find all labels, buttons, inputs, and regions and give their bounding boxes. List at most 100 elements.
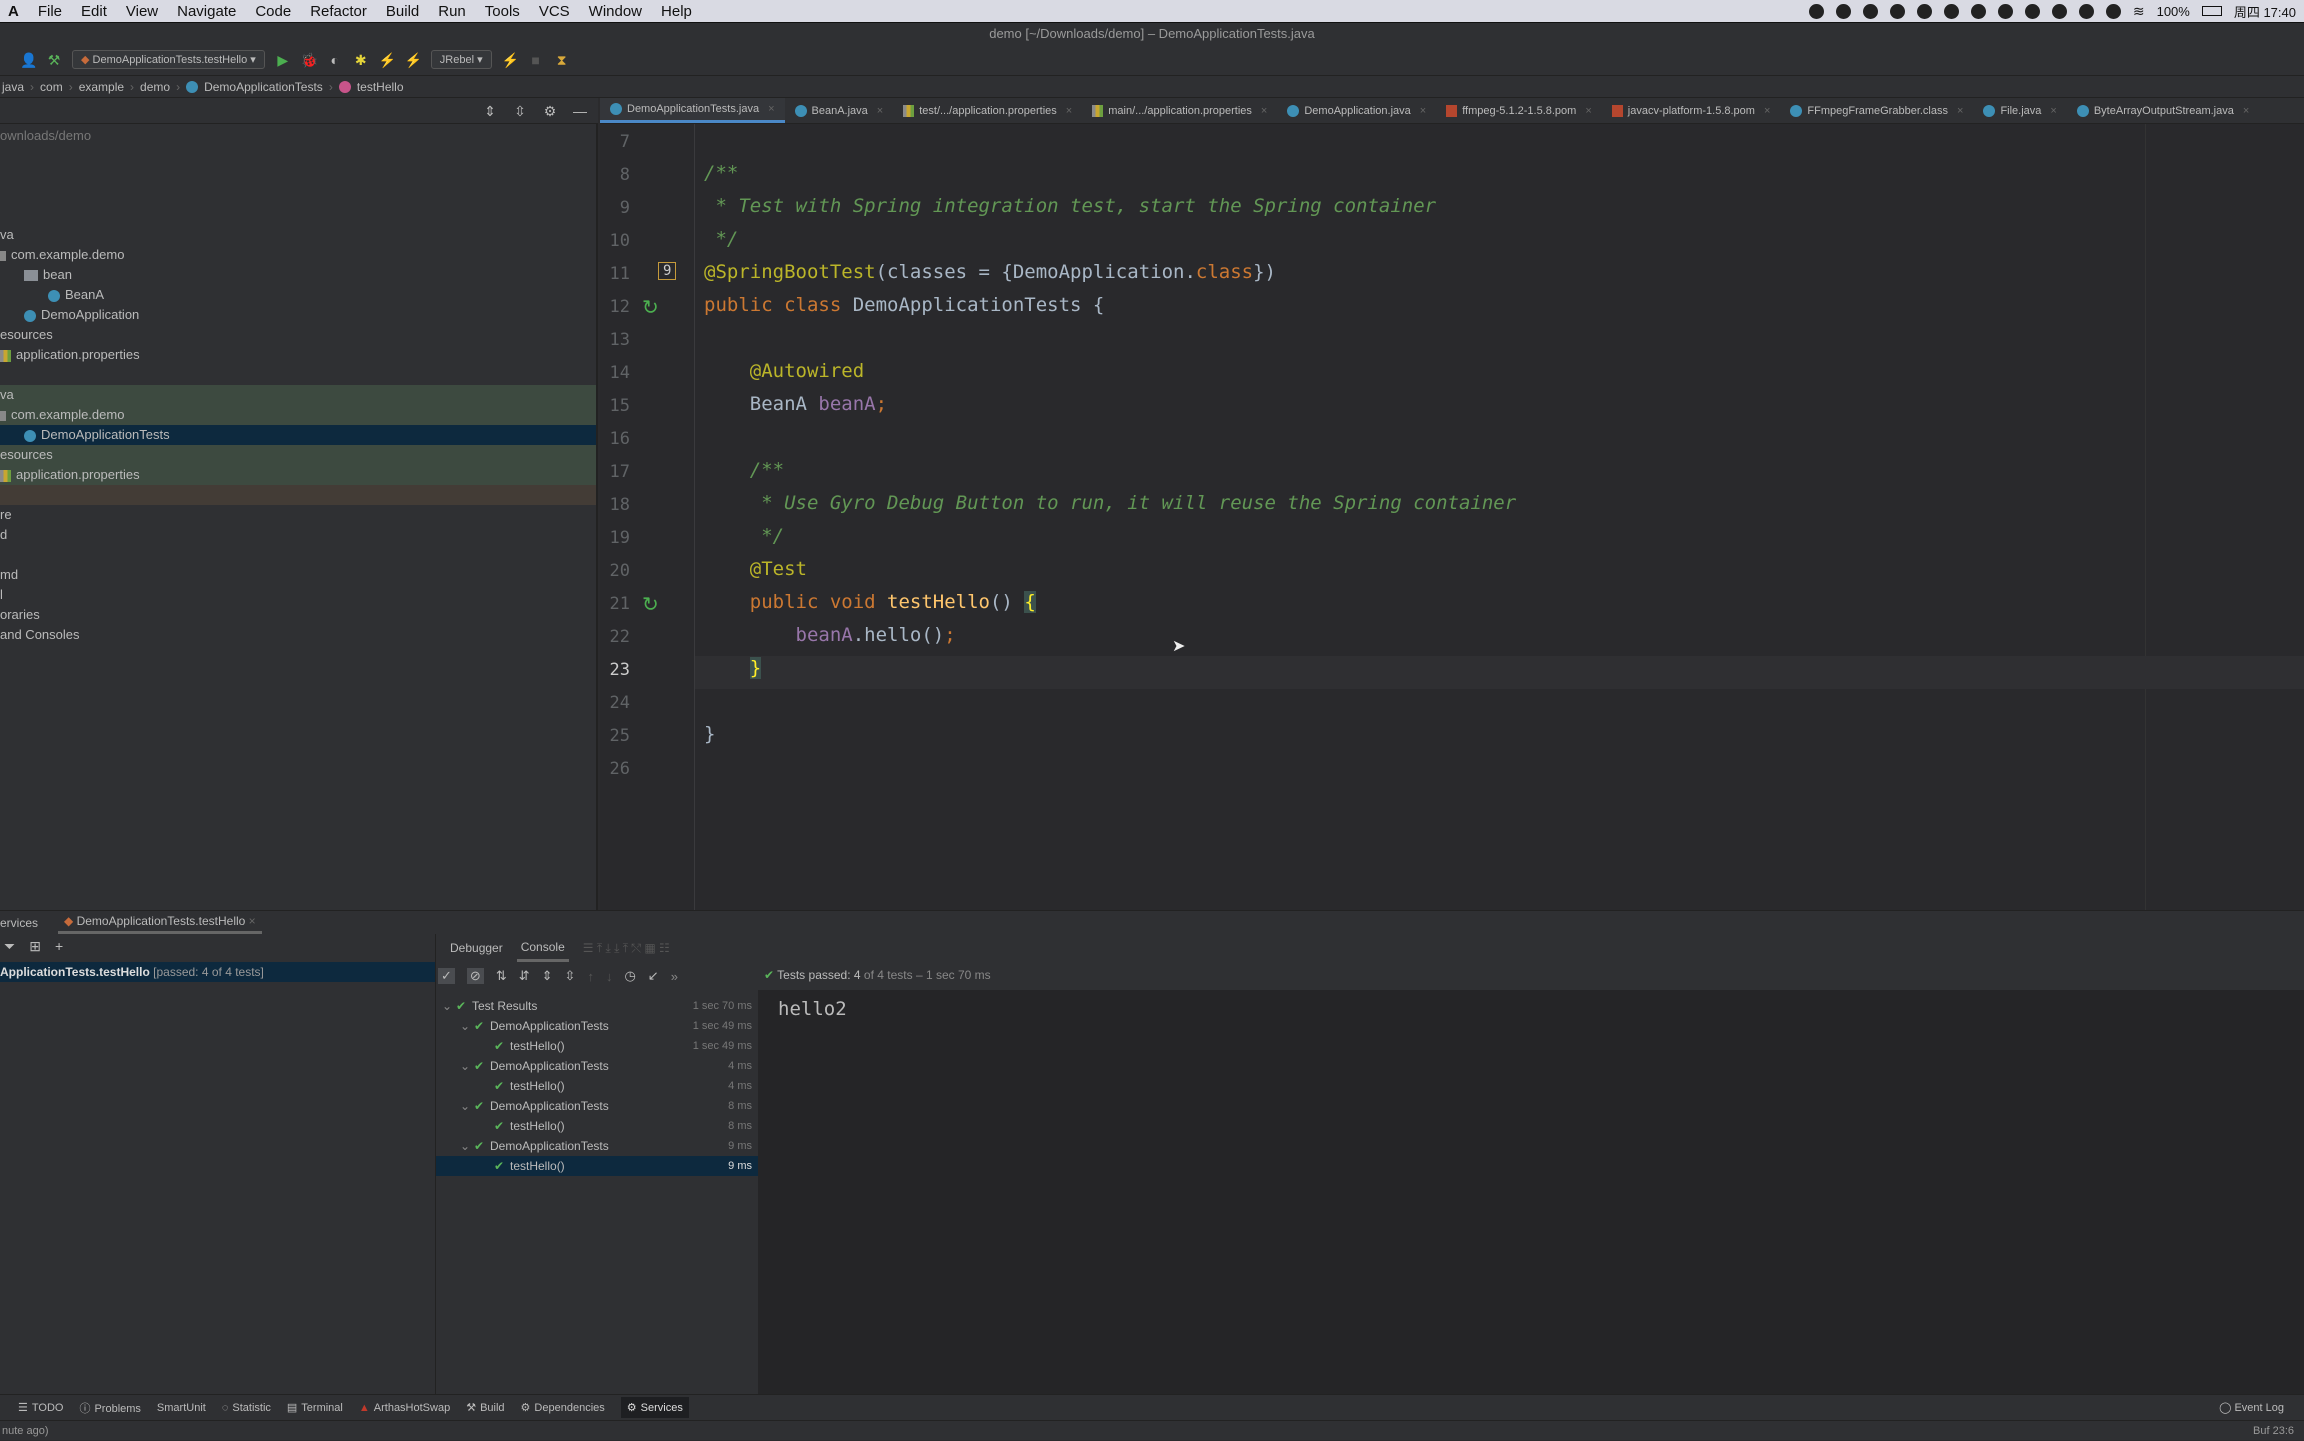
close-icon[interactable]: ×: [1066, 105, 1072, 117]
project-tree-item[interactable]: va: [0, 225, 596, 245]
tab-console[interactable]: Console: [516, 935, 569, 962]
editor-tab[interactable]: ByteArrayOutputStream.java ×: [2067, 98, 2259, 123]
breadcrumb-item[interactable]: DemoApplicationTests: [204, 80, 323, 94]
test-tree-item[interactable]: ⌄ ✔ DemoApplicationTests 4 ms: [436, 1056, 758, 1076]
menu-help[interactable]: Help: [653, 3, 703, 20]
project-tree-item[interactable]: bean: [0, 265, 596, 285]
menu-refactor[interactable]: Refactor: [302, 3, 378, 20]
expand-icon[interactable]: ⇕: [542, 968, 553, 984]
close-icon[interactable]: ×: [1261, 105, 1267, 117]
status-menu-icon[interactable]: [1943, 3, 1959, 19]
test-tree-item[interactable]: ✔ testHello() 9 ms: [436, 1156, 758, 1176]
test-tree-item[interactable]: ⌄ ✔ DemoApplicationTests 8 ms: [436, 1096, 758, 1116]
history-icon[interactable]: ◷: [624, 968, 635, 984]
test-tree-item[interactable]: ⌄ ✔ DemoApplicationTests 9 ms: [436, 1136, 758, 1156]
test-tree-item[interactable]: ✔ testHello() 8 ms: [436, 1116, 758, 1136]
user-icon[interactable]: 👤: [20, 52, 37, 68]
project-tree-item[interactable]: md: [0, 565, 596, 585]
menu-view[interactable]: View: [118, 3, 169, 20]
breadcrumb-item[interactable]: testHello: [357, 80, 404, 94]
sort-alpha-icon[interactable]: ⇅: [496, 968, 507, 984]
console-output[interactable]: hello2: [758, 990, 2304, 1394]
project-root-path[interactable]: ownloads/demo: [0, 126, 596, 146]
toolwindow-build[interactable]: ⚒ Build: [466, 1401, 504, 1414]
tab-debugger[interactable]: Debugger: [450, 941, 503, 955]
editor-tab[interactable]: test/.../application.properties ×: [893, 98, 1082, 123]
chevron-down-icon[interactable]: ⌄: [442, 996, 452, 1016]
chevron-down-icon[interactable]: ⌄: [460, 1016, 470, 1036]
menu-build[interactable]: Build: [378, 3, 430, 20]
close-icon[interactable]: ×: [1764, 105, 1770, 117]
menu-code[interactable]: Code: [247, 3, 302, 20]
collapse-icon[interactable]: ⇳: [565, 968, 576, 984]
run-config-select[interactable]: ◆ DemoApplicationTests.testHello ▾: [72, 50, 265, 69]
toolwindow-problems[interactable]: ⓘ Problems: [79, 1400, 140, 1416]
stop-icon[interactable]: ■: [528, 52, 544, 68]
project-tree-item[interactable]: esources: [0, 445, 596, 465]
project-tree-item[interactable]: va: [0, 385, 596, 405]
show-passed-icon[interactable]: ✓: [438, 968, 455, 984]
test-tree-item[interactable]: ✔ testHello() 4 ms: [436, 1076, 758, 1096]
status-menu-icon[interactable]: [1916, 3, 1932, 19]
status-menu-icon[interactable]: [1808, 3, 1824, 19]
close-icon[interactable]: ×: [2243, 105, 2249, 117]
breadcrumb-item[interactable]: com: [40, 80, 63, 94]
status-menu-icon[interactable]: [2078, 3, 2094, 19]
project-tree-item[interactable]: com.example.demo: [0, 405, 596, 425]
status-menu-icon[interactable]: [1862, 3, 1878, 19]
export-icon[interactable]: ↙: [648, 968, 659, 984]
run-test-gutter-icon[interactable]: ↻: [642, 295, 659, 320]
status-menu-icon[interactable]: [1997, 3, 2013, 19]
run-test-gutter-icon[interactable]: ↻: [642, 592, 659, 617]
group-icon[interactable]: ⊞: [29, 938, 41, 955]
chevron-down-icon[interactable]: ⌄: [460, 1056, 470, 1076]
project-tree-item[interactable]: re: [0, 505, 596, 525]
hourglass-icon[interactable]: ⧗: [554, 52, 570, 68]
editor-tab[interactable]: ffmpeg-5.1.2-1.5.8.pom ×: [1436, 98, 1602, 123]
project-tree-item[interactable]: application.properties: [0, 465, 596, 485]
project-tree-item[interactable]: esources: [0, 325, 596, 345]
close-icon[interactable]: ×: [2050, 105, 2056, 117]
project-tree-item[interactable]: [0, 485, 596, 505]
project-tree-item[interactable]: d: [0, 525, 596, 545]
close-icon[interactable]: ×: [1420, 105, 1426, 117]
menu-window[interactable]: Window: [581, 3, 653, 20]
show-ignored-icon[interactable]: ⊘: [466, 968, 484, 984]
filter-icon[interactable]: ⏷: [4, 938, 15, 955]
close-icon[interactable]: ×: [768, 103, 774, 115]
jrebel-run-icon[interactable]: ⚡: [379, 52, 396, 68]
breadcrumb-item[interactable]: demo: [140, 80, 170, 94]
menu-edit[interactable]: Edit: [73, 3, 118, 20]
event-log-button[interactable]: ◯ Event Log: [2219, 1401, 2284, 1414]
editor-tab[interactable]: FFmpegFrameGrabber.class ×: [1780, 98, 1973, 123]
chevron-down-icon[interactable]: ⌄: [460, 1096, 470, 1116]
run-icon[interactable]: ▶: [275, 52, 291, 68]
gyro-debug-icon[interactable]: ✱: [353, 52, 369, 68]
status-menu-icon[interactable]: [1835, 3, 1851, 19]
project-tree-item[interactable]: and Consoles: [0, 625, 596, 645]
minimize-icon[interactable]: —: [572, 103, 588, 119]
breadcrumb-item[interactable]: example: [79, 80, 124, 94]
collapse-all-icon[interactable]: ⇳: [512, 103, 528, 119]
project-tree-item[interactable]: DemoApplication: [0, 305, 596, 325]
project-tree-item[interactable]: BeanA: [0, 285, 596, 305]
close-icon[interactable]: ×: [1585, 105, 1591, 117]
menu-file[interactable]: File: [30, 3, 73, 20]
expand-all-icon[interactable]: ⇕: [482, 103, 498, 119]
toolwindow-dependencies[interactable]: ⚙ Dependencies: [521, 1401, 605, 1414]
toolwindow-todo[interactable]: ☰ TODO: [18, 1401, 63, 1414]
editor-tab[interactable]: BeanA.java ×: [785, 98, 894, 123]
project-tree-item[interactable]: com.example.demo: [0, 245, 596, 265]
status-menu-icon[interactable]: [1889, 3, 1905, 19]
services-node-selected[interactable]: ApplicationTests.testHello [passed: 4 of…: [0, 962, 435, 982]
project-tree-item[interactable]: DemoApplicationTests: [0, 425, 596, 445]
code-editor[interactable]: ➤ 7 8 /** 9 * Test with Spring integration …: [600, 124, 2304, 910]
menu-navigate[interactable]: Navigate: [169, 3, 247, 20]
clock[interactable]: 周四 17:40: [2234, 2, 2296, 21]
spring-bean-badge[interactable]: 9: [658, 262, 677, 280]
editor-tab[interactable]: main/.../application.properties ×: [1082, 98, 1277, 123]
toolwindow-statistic[interactable]: ◌ Statistic: [222, 1402, 271, 1414]
run-tab[interactable]: ◆ DemoApplicationTests.testHello ×: [58, 911, 262, 934]
debug-icon[interactable]: 🐞: [301, 52, 318, 68]
next-icon[interactable]: ↓: [606, 969, 613, 984]
